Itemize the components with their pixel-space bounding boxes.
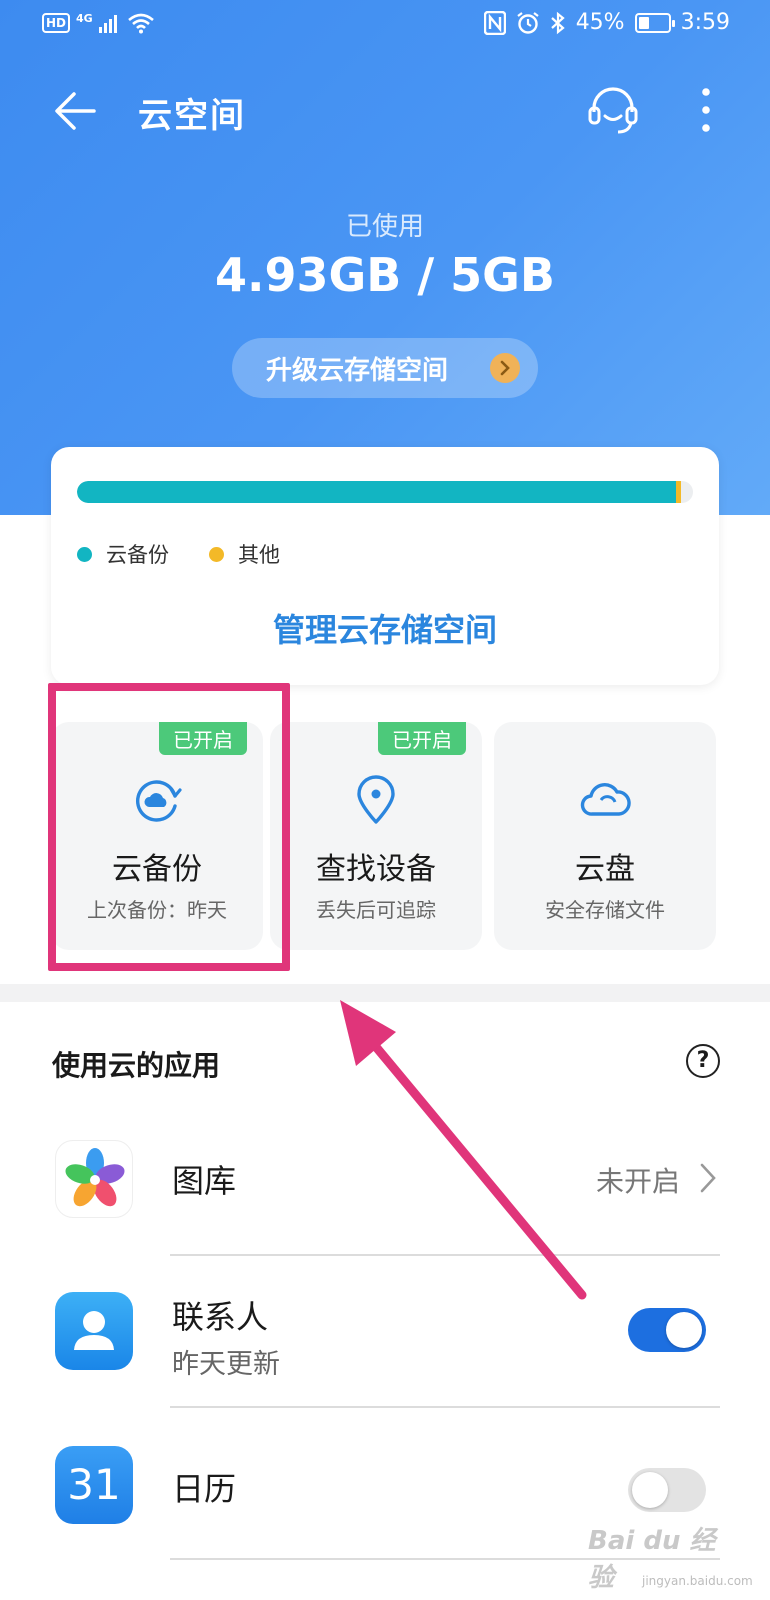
status-right: 45% 3:59 — [483, 10, 730, 35]
help-button[interactable]: ? — [686, 1044, 720, 1078]
alarm-icon — [517, 11, 539, 34]
location-pin-icon — [357, 775, 395, 824]
storage-bar-cloud-backup — [77, 481, 676, 503]
tile-subtitle: 安全存储文件 — [545, 898, 665, 922]
app-row-gallery[interactable]: 图库 未开启 — [0, 1120, 770, 1272]
status-left: HD 4G — [42, 12, 155, 34]
contacts-sync-toggle[interactable] — [628, 1308, 706, 1352]
back-button[interactable] — [48, 84, 102, 138]
hd-indicator: HD — [42, 13, 71, 33]
app-subtitle: 昨天更新 — [172, 1349, 280, 1380]
battery-fill — [638, 16, 649, 29]
legend-cloud-backup: 云备份 — [77, 539, 169, 569]
customer-service-button[interactable] — [585, 82, 641, 138]
row-divider — [170, 1406, 720, 1408]
enabled-badge: 已开启 — [159, 722, 247, 755]
app-status: 未开启 — [596, 1165, 681, 1198]
page-title: 云空间 — [138, 96, 246, 136]
headset-icon — [588, 87, 638, 134]
enabled-badge: 已开启 — [378, 722, 466, 755]
storage-bar — [77, 481, 693, 503]
storage-bar-other — [675, 481, 681, 503]
tile-find-device[interactable]: 已开启 查找设备 丢失后可追踪 — [270, 722, 482, 950]
battery-icon — [634, 12, 675, 33]
upgrade-storage-button[interactable]: 升级云存储空间 — [232, 338, 538, 398]
battery-percent: 45% — [575, 10, 625, 35]
tile-title: 查找设备 — [316, 852, 436, 887]
bluetooth-icon — [550, 11, 565, 34]
app-name: 日历 — [172, 1470, 237, 1508]
section-divider — [0, 984, 770, 1002]
app-row-contacts[interactable]: 联系人 昨天更新 — [0, 1262, 770, 1414]
contacts-icon — [55, 1292, 133, 1370]
app-name: 联系人 — [172, 1298, 269, 1336]
baidu-watermark: Bai du 经验 — [588, 1526, 716, 1593]
toggle-knob — [632, 1472, 668, 1508]
usage-value: 4.93GB / 5GB — [215, 248, 555, 302]
yellow-dot-icon — [209, 546, 224, 562]
tile-cloud-backup[interactable]: 已开启 云备份 上次备份：昨天 — [51, 722, 263, 950]
cloud-drive-icon — [580, 783, 631, 816]
watermark-url: jingyan.baidu.com — [642, 1574, 753, 1588]
top-app-bar: 云空间 — [0, 70, 770, 150]
more-vertical-icon — [702, 88, 710, 132]
calendar-icon: 31 — [55, 1446, 133, 1524]
legend-label: 其他 — [238, 543, 280, 567]
arrow-left-icon — [55, 92, 96, 130]
section-title: 使用云的应用 — [52, 1049, 221, 1082]
storage-legend: 云备份 其他 — [77, 539, 280, 569]
network-type: 4G — [76, 11, 93, 25]
legend-label: 云备份 — [106, 543, 169, 567]
teal-dot-icon — [77, 546, 92, 562]
row-divider — [170, 1254, 720, 1256]
signal-icon — [98, 15, 117, 33]
clock: 3:59 — [680, 10, 730, 35]
calendar-sync-toggle[interactable] — [628, 1468, 706, 1512]
status-bar: HD 4G 45% 3:59 — [0, 0, 770, 52]
tile-subtitle: 上次备份：昨天 — [87, 898, 227, 922]
toggle-knob — [666, 1312, 702, 1348]
wifi-icon — [127, 13, 154, 34]
tile-cloud-drive[interactable]: 云盘 安全存储文件 — [494, 722, 716, 950]
chevron-right-icon — [490, 353, 520, 383]
cloud-sync-icon — [136, 780, 182, 822]
upgrade-storage-label: 升级云存储空间 — [266, 355, 449, 386]
manage-storage-link[interactable]: 管理云存储空间 — [51, 605, 719, 651]
nfc-icon — [483, 10, 506, 35]
storage-card: 云备份 其他 管理云存储空间 — [51, 447, 719, 685]
app-name: 图库 — [172, 1162, 237, 1200]
usage-label: 已使用 — [345, 212, 424, 242]
more-options-button[interactable] — [688, 84, 724, 136]
gallery-icon — [55, 1140, 133, 1218]
chevron-right-icon — [700, 1163, 716, 1193]
legend-other: 其他 — [209, 539, 280, 569]
tile-title: 云备份 — [112, 852, 202, 887]
tile-subtitle: 丢失后可追踪 — [316, 898, 436, 922]
tile-title: 云盘 — [575, 852, 635, 887]
